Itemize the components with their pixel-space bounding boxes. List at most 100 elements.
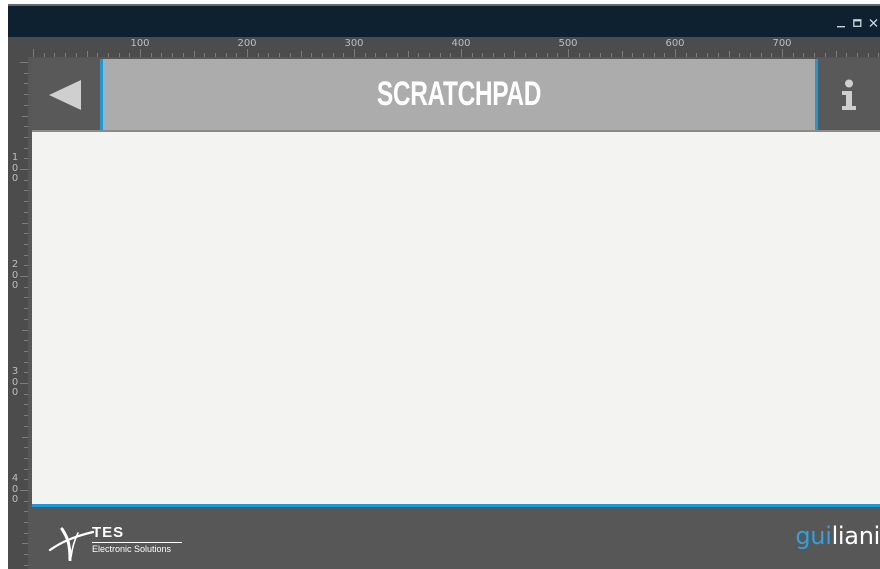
ruler-tick xyxy=(24,362,28,363)
ruler-tick xyxy=(151,53,152,57)
tes-logo-mark-icon xyxy=(48,527,94,561)
title-bar: SCRATCHPAD xyxy=(100,59,818,130)
ruler-tick xyxy=(771,53,772,57)
back-button[interactable] xyxy=(32,59,100,130)
ruler-tick xyxy=(226,53,227,57)
ruler-label: 600 xyxy=(665,38,685,49)
ruler-label: 300 xyxy=(344,38,364,49)
ruler-tick xyxy=(22,116,28,117)
logo-rule xyxy=(92,542,182,543)
ruler-tick xyxy=(24,447,28,448)
ruler-tick xyxy=(24,126,28,127)
ruler-tick xyxy=(696,53,697,57)
ruler-tick xyxy=(600,53,601,57)
company-name: TES xyxy=(92,524,125,541)
ruler-tick xyxy=(24,533,28,534)
ruler-tick xyxy=(22,223,28,224)
ruler-tick xyxy=(440,53,441,57)
ruler-tick xyxy=(375,53,376,57)
ruler-tick xyxy=(750,53,751,57)
ruler-tick xyxy=(418,53,419,57)
ruler-tick xyxy=(24,190,28,191)
ruler-tick xyxy=(24,83,28,84)
ruler-tick xyxy=(24,148,28,149)
maximize-icon[interactable] xyxy=(852,17,862,29)
ruler-tick xyxy=(675,49,676,57)
ruler-tick xyxy=(311,53,312,57)
ruler-label: 3 0 0 xyxy=(11,366,19,398)
ruler-tick xyxy=(643,53,644,57)
ruler-tick xyxy=(24,404,28,405)
ruler-tick xyxy=(846,53,847,57)
ruler-tick xyxy=(24,180,28,181)
ruler-tick xyxy=(386,53,387,57)
ruler-tick xyxy=(24,265,28,266)
ruler-tick xyxy=(258,53,259,57)
ruler-tick xyxy=(408,51,409,57)
ruler-label: 100 xyxy=(130,38,150,49)
ruler-tick xyxy=(290,53,291,57)
ruler-tick xyxy=(24,511,28,512)
ruler-tick xyxy=(493,53,494,57)
ruler-tick xyxy=(194,51,195,57)
ruler-tick xyxy=(24,297,28,298)
ruler-tick xyxy=(24,394,28,395)
ruler-tick xyxy=(825,53,826,57)
app-window: 100 200 300 400 500 600 700 1 0 0 2 0 0 3 0 0 4 0… xyxy=(8,4,880,569)
minimize-icon[interactable] xyxy=(836,17,846,29)
ruler-tick xyxy=(557,53,558,57)
ruler-tick xyxy=(322,53,323,57)
ruler-tick xyxy=(654,53,655,57)
ruler-tick xyxy=(24,158,28,159)
ruler-tick xyxy=(24,233,28,234)
vertical-ruler: 1 0 0 2 0 0 3 0 0 4 0 0 xyxy=(8,57,28,569)
ruler-tick xyxy=(664,53,665,57)
ruler-tick xyxy=(707,53,708,57)
ruler-tick xyxy=(140,49,141,57)
ruler-tick xyxy=(589,53,590,57)
ruler-tick xyxy=(718,53,719,57)
ruler-label: 700 xyxy=(772,38,792,49)
ruler-tick xyxy=(365,53,366,57)
ruler-tick xyxy=(24,308,28,309)
ruler-tick xyxy=(24,565,28,566)
ruler-tick xyxy=(24,319,28,320)
ruler-tick xyxy=(65,53,66,57)
ruler-tick xyxy=(611,53,612,57)
guiliani-logo: guiliani xyxy=(795,521,880,551)
ruler-tick xyxy=(24,94,28,95)
ruler-label: 500 xyxy=(558,38,578,49)
ruler-tick xyxy=(97,53,98,57)
ruler-label: 200 xyxy=(237,38,257,49)
ruler-tick xyxy=(24,351,28,352)
ruler-label: 1 0 0 xyxy=(11,152,19,184)
ruler-tick xyxy=(24,372,28,373)
ruler-tick xyxy=(354,49,355,57)
ruler-label: 2 0 0 xyxy=(11,259,19,291)
ruler-tick xyxy=(76,53,77,57)
ruler-tick xyxy=(87,51,88,57)
ruler-tick xyxy=(24,458,28,459)
ruler-tick xyxy=(301,51,302,57)
close-icon[interactable] xyxy=(868,17,878,29)
ruler-tick xyxy=(632,53,633,57)
ruler-tick xyxy=(814,53,815,57)
scratchpad-canvas[interactable] xyxy=(32,132,880,504)
horizontal-ruler: 100 200 300 400 500 600 700 xyxy=(8,37,880,57)
ruler-tick xyxy=(24,244,28,245)
app-header: SCRATCHPAD xyxy=(32,59,880,130)
ruler-tick xyxy=(22,437,28,438)
ruler-label: 400 xyxy=(451,38,471,49)
ruler-tick xyxy=(44,53,45,57)
ruler-tick xyxy=(547,53,548,57)
ruler-tick xyxy=(33,49,34,57)
ruler-tick xyxy=(514,51,515,57)
ruler-tick xyxy=(686,53,687,57)
brand-part-gui: gui xyxy=(795,522,832,550)
ruler-tick xyxy=(782,49,783,57)
ruler-tick xyxy=(343,53,344,57)
info-icon xyxy=(842,79,856,110)
info-button[interactable] xyxy=(818,59,880,130)
ruler-tick xyxy=(868,53,869,57)
ruler-tick xyxy=(24,73,28,74)
